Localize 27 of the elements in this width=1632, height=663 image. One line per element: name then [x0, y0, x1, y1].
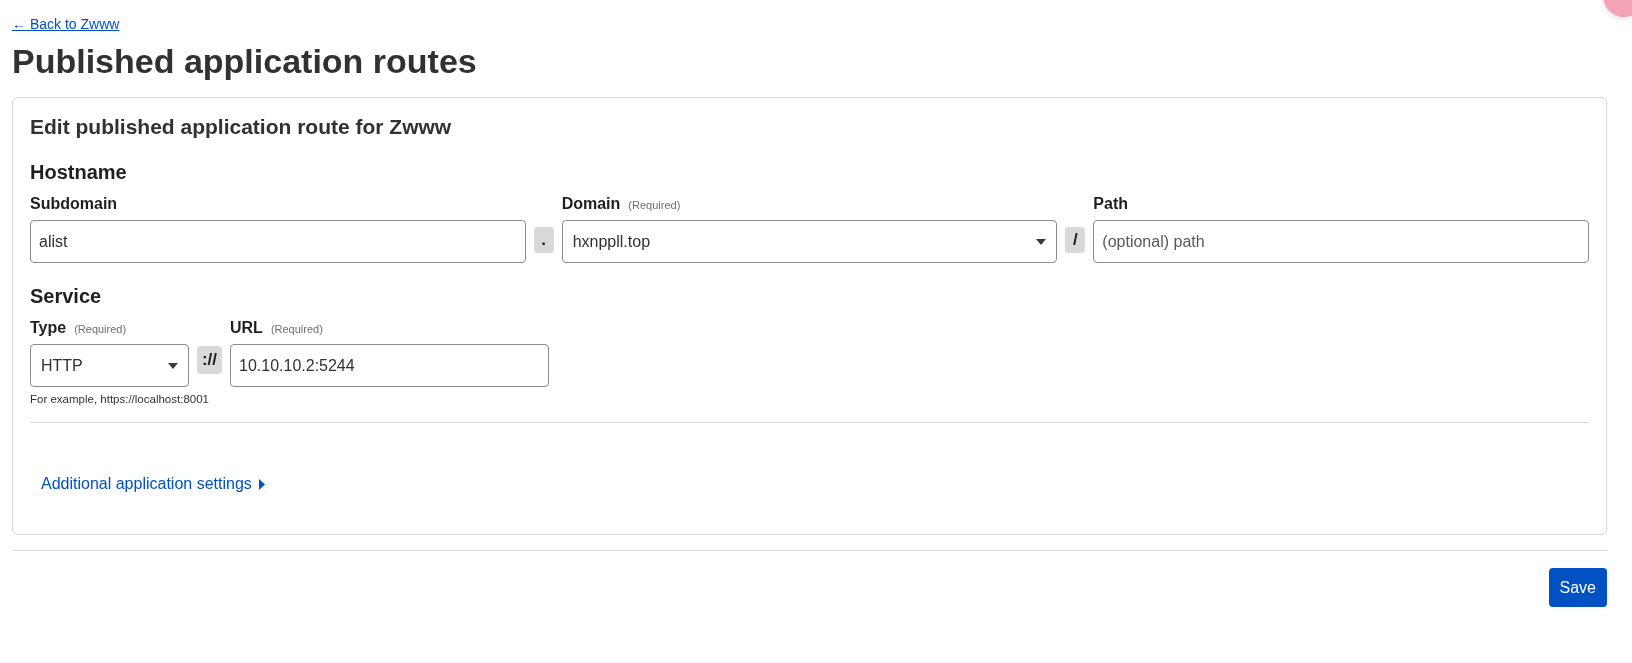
card-title: Edit published application route for Zwww — [30, 115, 452, 139]
caret-icon — [1036, 238, 1047, 245]
text-input[interactable]: alist — [30, 220, 526, 263]
section-heading: Hostname — [30, 160, 127, 184]
field-label: Subdomain — [30, 194, 118, 214]
required-note: (Required) — [270, 322, 323, 336]
required-note: (Required) — [628, 198, 681, 212]
floating-badge-icon[interactable] — [1600, 0, 1632, 18]
field-label: Domain — [561, 194, 621, 214]
back-link[interactable]: ← Back to Zwww — [12, 15, 120, 33]
separator-label: / — [1065, 226, 1086, 253]
section-heading: Service — [30, 284, 102, 308]
dropdown-select[interactable]: HTTP — [30, 344, 189, 387]
field-label: Type — [30, 318, 67, 338]
required-note: (Required) — [74, 322, 127, 336]
text-input[interactable]: (optional) path — [1093, 220, 1589, 263]
separator-label: . — [533, 226, 554, 253]
separator-label: :// — [197, 345, 222, 374]
field-hint: For example, https://localhost:8001 — [30, 392, 209, 406]
caret-icon — [168, 362, 178, 369]
field-label: URL — [230, 318, 263, 338]
field-label: Path — [1093, 194, 1128, 214]
dropdown-select[interactable]: hxnppll.top — [561, 220, 1058, 263]
text-input[interactable]: 10.10.10.2:5244 — [230, 344, 549, 387]
additional-settings-toggle[interactable]: Additional application settings — [41, 474, 265, 494]
page-title: Published application routes — [12, 41, 477, 82]
save-button[interactable]: Save — [1548, 568, 1607, 607]
